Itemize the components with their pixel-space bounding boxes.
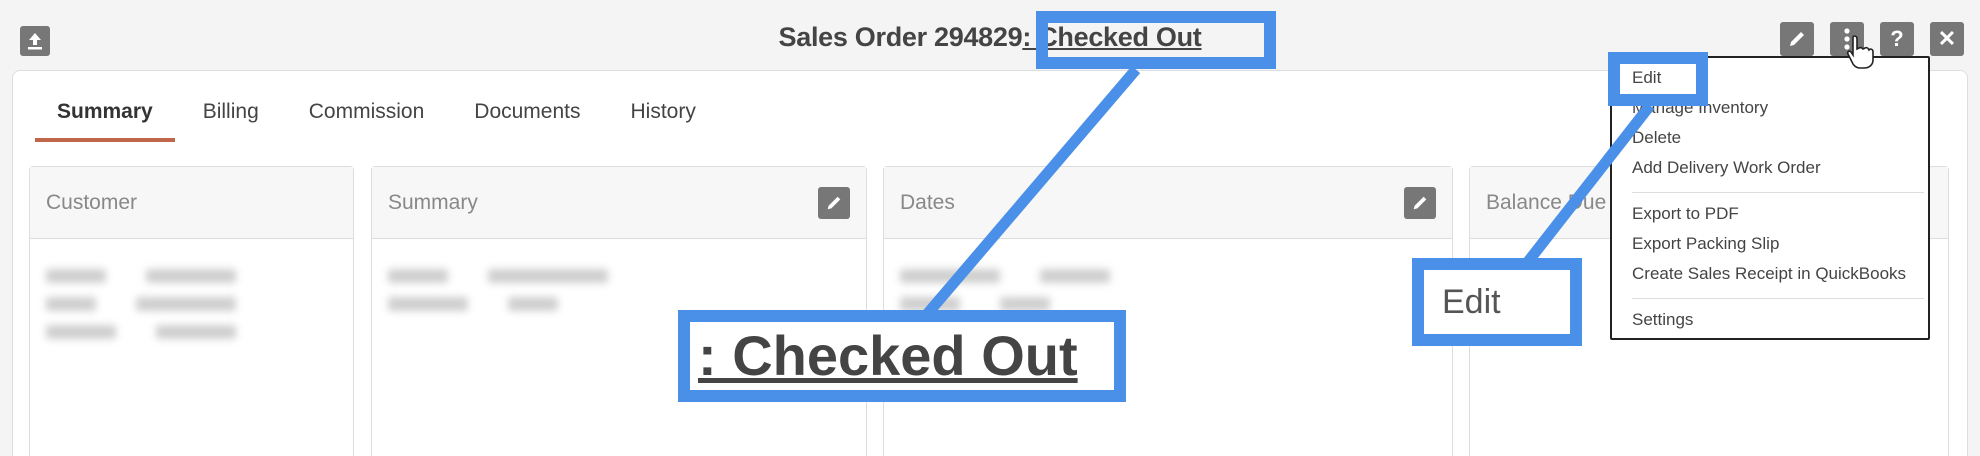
card-title: Customer xyxy=(46,190,138,214)
edit-callout: Edit xyxy=(1412,258,1582,346)
pencil-icon[interactable] xyxy=(1404,186,1436,219)
pencil-icon[interactable] xyxy=(818,186,850,219)
menu-item-add-delivery-work-order[interactable]: Add Delivery Work Order xyxy=(1632,158,1821,178)
customer-card: Customer xyxy=(29,166,354,456)
status-callout: : Checked Out xyxy=(678,310,1126,402)
tab-documents[interactable]: Documents xyxy=(452,100,602,142)
status-callout-text: : Checked Out xyxy=(698,324,1078,387)
edit-callout-text: Edit xyxy=(1442,283,1501,321)
blurred-content xyxy=(30,239,353,369)
help-icon[interactable]: ? xyxy=(1880,22,1914,56)
card-header: Dates xyxy=(884,167,1452,239)
tab-billing[interactable]: Billing xyxy=(181,100,281,142)
menu-divider xyxy=(1632,192,1924,193)
card-header: Customer xyxy=(30,167,353,239)
card-title: Dates xyxy=(900,190,955,214)
status-highlight-box xyxy=(1036,11,1276,69)
page-title: Sales Order 294829: Checked Out xyxy=(0,22,1980,53)
close-icon[interactable]: ✕ xyxy=(1930,22,1964,56)
menu-divider xyxy=(1632,298,1924,299)
card-header: Summary xyxy=(372,167,866,239)
menu-item-settings[interactable]: Settings xyxy=(1632,310,1693,330)
tab-bar: Summary Billing Commission Documents His… xyxy=(35,100,724,142)
edit-highlight-box xyxy=(1608,52,1708,106)
card-title: Summary xyxy=(388,190,478,214)
tab-history[interactable]: History xyxy=(609,100,718,142)
hand-cursor-icon xyxy=(1846,35,1874,69)
tab-summary[interactable]: Summary xyxy=(35,100,175,142)
menu-item-create-sales-receipt[interactable]: Create Sales Receipt in QuickBooks xyxy=(1632,264,1906,284)
menu-item-export-packing-slip[interactable]: Export Packing Slip xyxy=(1632,234,1779,254)
tab-commission[interactable]: Commission xyxy=(287,100,447,142)
pencil-icon[interactable] xyxy=(1780,22,1814,56)
title-prefix: Sales Order 294829 xyxy=(778,22,1023,52)
card-title: Balance Due xyxy=(1486,190,1607,214)
menu-item-export-pdf[interactable]: Export to PDF xyxy=(1632,204,1739,224)
menu-item-delete[interactable]: Delete xyxy=(1632,128,1681,148)
